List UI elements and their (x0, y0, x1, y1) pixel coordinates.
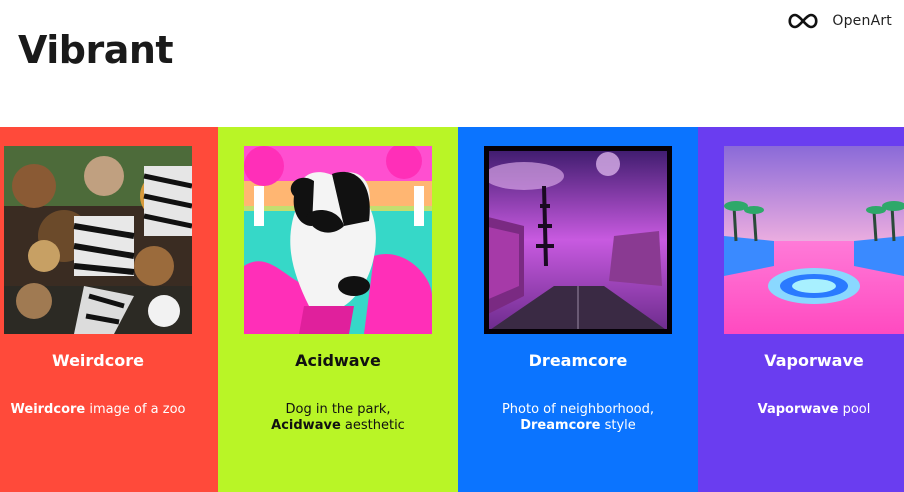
card-description: Dog in the park, Acidwave aesthetic (240, 402, 436, 434)
brand-name: OpenArt (832, 13, 892, 29)
desc-prefix: Photo of neighborhood, (501, 402, 655, 417)
weirdcore-image (4, 146, 192, 334)
card-dreamcore[interactable]: Dreamcore Photo of neighborhood, Dreamcor… (458, 127, 698, 492)
brand[interactable]: OpenArt (786, 10, 892, 32)
card-vaporwave[interactable]: Vaporwave Vaporwave pool (698, 127, 904, 492)
card-title: Vaporwave (764, 351, 864, 370)
desc-rest: image of a zoo (85, 402, 186, 417)
card-description: Photo of neighborhood, Dreamcore style (480, 402, 676, 434)
desc-bold: Acidwave (271, 418, 341, 433)
card-acidwave[interactable]: Acidwave Dog in the park, Acidwave aesthe… (218, 127, 458, 492)
style-cards: Weirdcore Weirdcore image of a zoo Acidw… (0, 127, 904, 492)
card-title: Weirdcore (52, 351, 144, 370)
infinity-icon (788, 13, 818, 29)
desc-rest: aesthetic (340, 418, 405, 433)
desc-bold: Weirdcore (10, 402, 86, 417)
desc-bold: Dreamcore (520, 418, 601, 433)
desc-bold: Vaporwave (757, 402, 839, 417)
desc-rest: style (600, 418, 636, 433)
card-title: Dreamcore (528, 351, 628, 370)
card-description: Vaporwave pool (724, 402, 904, 418)
dreamcore-image (484, 146, 672, 334)
page-title: Vibrant (18, 28, 174, 72)
acidwave-image (244, 146, 432, 334)
card-description: Weirdcore image of a zoo (10, 402, 186, 418)
desc-rest: pool (838, 402, 871, 417)
vaporwave-image (724, 146, 904, 334)
card-title: Acidwave (295, 351, 381, 370)
card-weirdcore[interactable]: Weirdcore Weirdcore image of a zoo (0, 127, 218, 492)
desc-prefix: Dog in the park, (285, 402, 391, 417)
